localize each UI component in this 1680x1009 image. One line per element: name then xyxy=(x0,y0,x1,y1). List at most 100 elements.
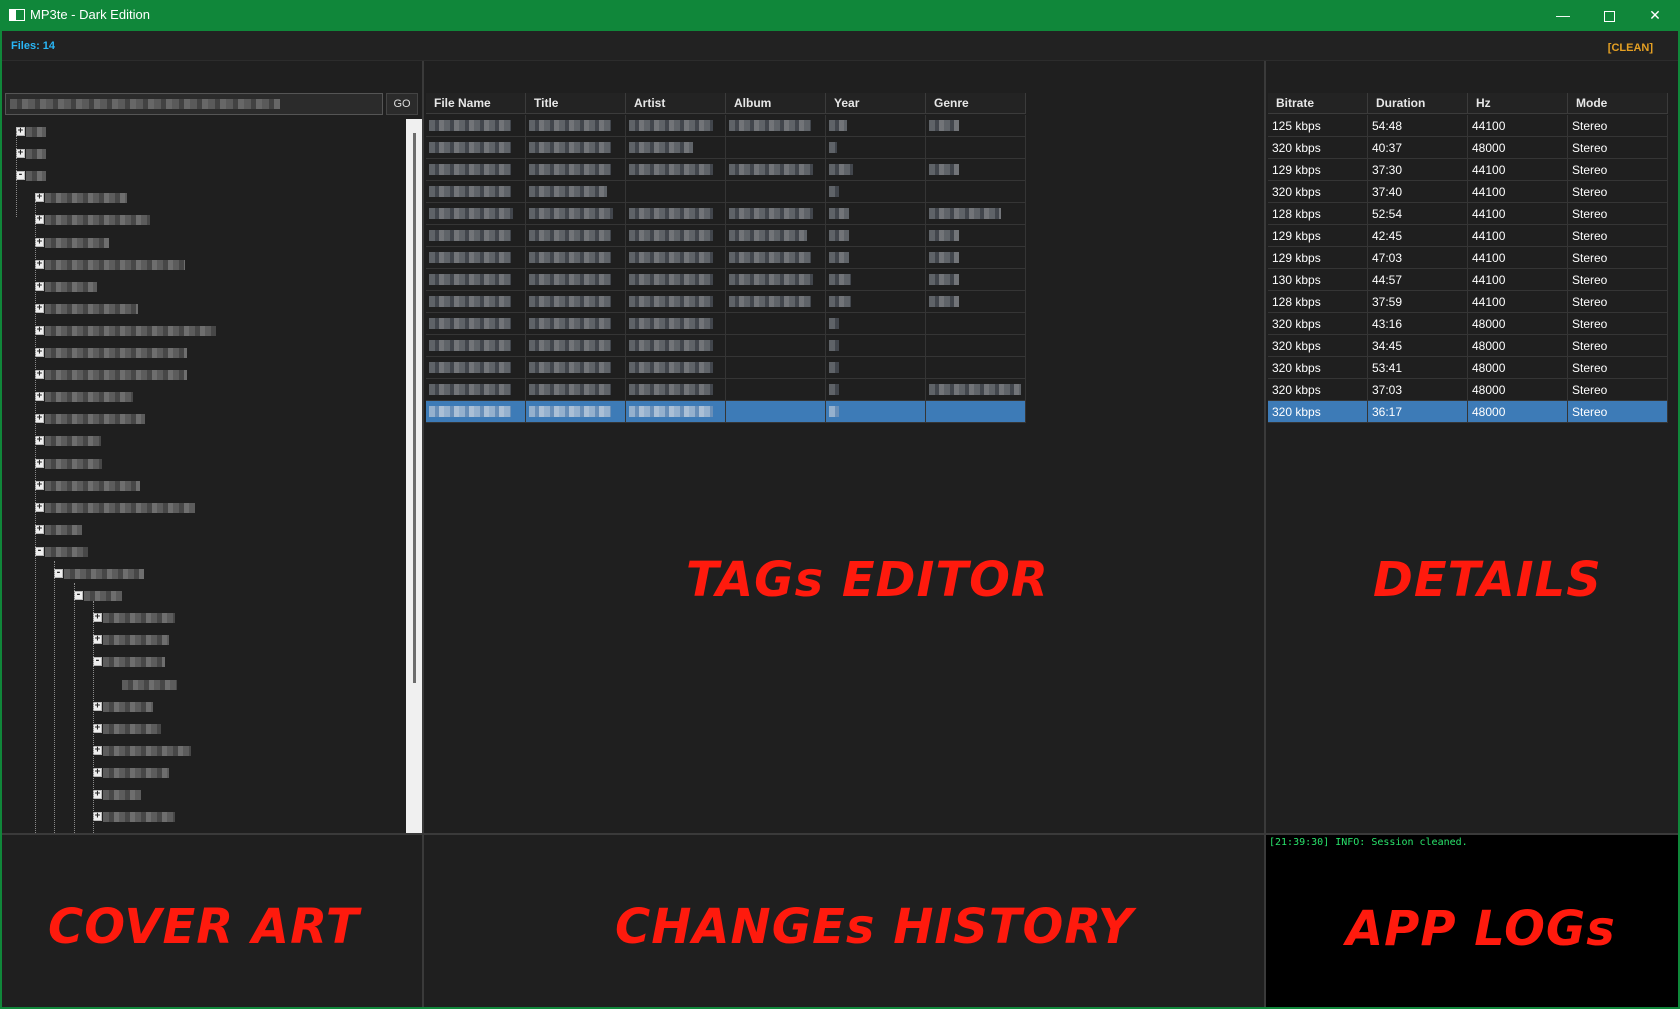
table-cell[interactable]: 128 kbps xyxy=(1268,203,1368,225)
table-cell[interactable]: 43:16 xyxy=(1368,313,1468,335)
table-row[interactable] xyxy=(426,159,1026,181)
expand-icon[interactable]: + xyxy=(93,767,102,777)
table-cell[interactable] xyxy=(926,291,1026,313)
table-cell[interactable]: Stereo xyxy=(1568,137,1668,159)
expand-icon[interactable]: + xyxy=(35,259,44,269)
table-row[interactable] xyxy=(426,379,1026,401)
table-cell[interactable] xyxy=(926,159,1026,181)
table-cell[interactable]: 44:57 xyxy=(1368,269,1468,291)
table-cell[interactable]: Stereo xyxy=(1568,335,1668,357)
tree-node[interactable]: - xyxy=(35,545,108,559)
table-row[interactable]: 129 kbps 37:30 44100 Stereo xyxy=(1268,159,1668,181)
table-cell[interactable] xyxy=(826,335,926,357)
table-cell[interactable] xyxy=(926,357,1026,379)
column-header[interactable]: Bitrate xyxy=(1268,93,1368,114)
folder-tree[interactable]: ++-++++++++++++++++---++-++++++- xyxy=(2,119,410,833)
tree-node[interactable]: + xyxy=(16,147,66,161)
table-cell[interactable]: 44100 xyxy=(1468,181,1568,203)
maximize-button[interactable] xyxy=(1586,0,1632,31)
table-cell[interactable]: 320 kbps xyxy=(1268,313,1368,335)
table-cell[interactable] xyxy=(626,313,726,335)
table-cell[interactable] xyxy=(826,203,926,225)
table-cell[interactable]: 44100 xyxy=(1468,225,1568,247)
table-cell[interactable]: Stereo xyxy=(1568,181,1668,203)
table-cell[interactable]: 48000 xyxy=(1468,313,1568,335)
table-cell[interactable]: Stereo xyxy=(1568,313,1668,335)
column-header[interactable]: Duration xyxy=(1368,93,1468,114)
table-cell[interactable]: 37:30 xyxy=(1368,159,1468,181)
table-row[interactable]: 129 kbps 47:03 44100 Stereo xyxy=(1268,247,1668,269)
folder-path-input[interactable] xyxy=(5,93,383,115)
table-cell[interactable]: Stereo xyxy=(1568,401,1668,423)
table-cell[interactable] xyxy=(726,247,826,269)
table-cell[interactable]: 40:37 xyxy=(1368,137,1468,159)
table-cell[interactable] xyxy=(426,291,526,313)
table-cell[interactable]: 44100 xyxy=(1468,291,1568,313)
column-header[interactable]: File Name xyxy=(426,93,526,114)
column-header[interactable]: Mode xyxy=(1568,93,1668,114)
table-cell[interactable]: 48000 xyxy=(1468,379,1568,401)
table-row[interactable]: 129 kbps 42:45 44100 Stereo xyxy=(1268,225,1668,247)
table-cell[interactable] xyxy=(726,379,826,401)
tree-node[interactable]: + xyxy=(35,236,129,250)
table-cell[interactable] xyxy=(626,159,726,181)
expand-icon[interactable]: + xyxy=(35,392,44,402)
tree-node[interactable]: + xyxy=(35,412,165,426)
table-row[interactable] xyxy=(426,137,1026,159)
table-cell[interactable]: 128 kbps xyxy=(1268,291,1368,313)
table-cell[interactable] xyxy=(926,247,1026,269)
table-cell[interactable]: 320 kbps xyxy=(1268,137,1368,159)
expand-icon[interactable]: + xyxy=(35,237,44,247)
table-cell[interactable] xyxy=(426,247,526,269)
tree-node[interactable]: + xyxy=(35,346,207,360)
table-row[interactable] xyxy=(426,313,1026,335)
table-cell[interactable] xyxy=(626,401,726,423)
tree-node[interactable]: - xyxy=(93,655,185,669)
table-cell[interactable] xyxy=(726,137,826,159)
table-cell[interactable] xyxy=(526,247,626,269)
table-row[interactable] xyxy=(426,291,1026,313)
table-cell[interactable] xyxy=(826,379,926,401)
expand-icon[interactable]: + xyxy=(35,370,44,380)
table-cell[interactable] xyxy=(726,335,826,357)
table-cell[interactable] xyxy=(426,159,526,181)
table-cell[interactable] xyxy=(926,203,1026,225)
tree-node[interactable]: + xyxy=(35,523,102,537)
table-cell[interactable] xyxy=(926,269,1026,291)
table-row[interactable] xyxy=(426,357,1026,379)
collapse-icon[interactable]: - xyxy=(93,657,102,667)
table-cell[interactable]: 36:17 xyxy=(1368,401,1468,423)
table-cell[interactable] xyxy=(926,181,1026,203)
table-cell[interactable] xyxy=(726,225,826,247)
expand-icon[interactable]: + xyxy=(93,790,102,799)
column-header[interactable]: Artist xyxy=(626,93,726,114)
table-cell[interactable] xyxy=(826,291,926,313)
tree-node[interactable]: - xyxy=(54,567,164,581)
table-cell[interactable]: 53:41 xyxy=(1368,357,1468,379)
expand-icon[interactable]: + xyxy=(35,524,44,534)
table-cell[interactable] xyxy=(626,357,726,379)
expand-icon[interactable]: + xyxy=(35,215,44,225)
table-row[interactable]: 125 kbps 54:48 44100 Stereo xyxy=(1268,115,1668,137)
expand-icon[interactable]: + xyxy=(93,745,102,755)
tree-scroll-thumb[interactable] xyxy=(413,133,416,683)
table-cell[interactable] xyxy=(926,379,1026,401)
tree-node[interactable] xyxy=(112,678,197,692)
column-header[interactable]: Title xyxy=(526,93,626,114)
table-cell[interactable] xyxy=(826,313,926,335)
table-cell[interactable] xyxy=(826,247,926,269)
table-cell[interactable]: 37:03 xyxy=(1368,379,1468,401)
table-row[interactable]: 320 kbps 43:16 48000 Stereo xyxy=(1268,313,1668,335)
table-cell[interactable] xyxy=(726,181,826,203)
tree-node[interactable]: + xyxy=(93,766,189,780)
table-row[interactable]: 320 kbps 34:45 48000 Stereo xyxy=(1268,335,1668,357)
expand-icon[interactable]: + xyxy=(35,281,44,291)
table-cell[interactable] xyxy=(626,203,726,225)
table-cell[interactable] xyxy=(426,313,526,335)
table-cell[interactable] xyxy=(726,115,826,137)
table-cell[interactable] xyxy=(626,115,726,137)
table-cell[interactable] xyxy=(426,137,526,159)
table-cell[interactable]: 42:45 xyxy=(1368,225,1468,247)
table-cell[interactable] xyxy=(926,115,1026,137)
expand-icon[interactable]: + xyxy=(93,635,102,645)
